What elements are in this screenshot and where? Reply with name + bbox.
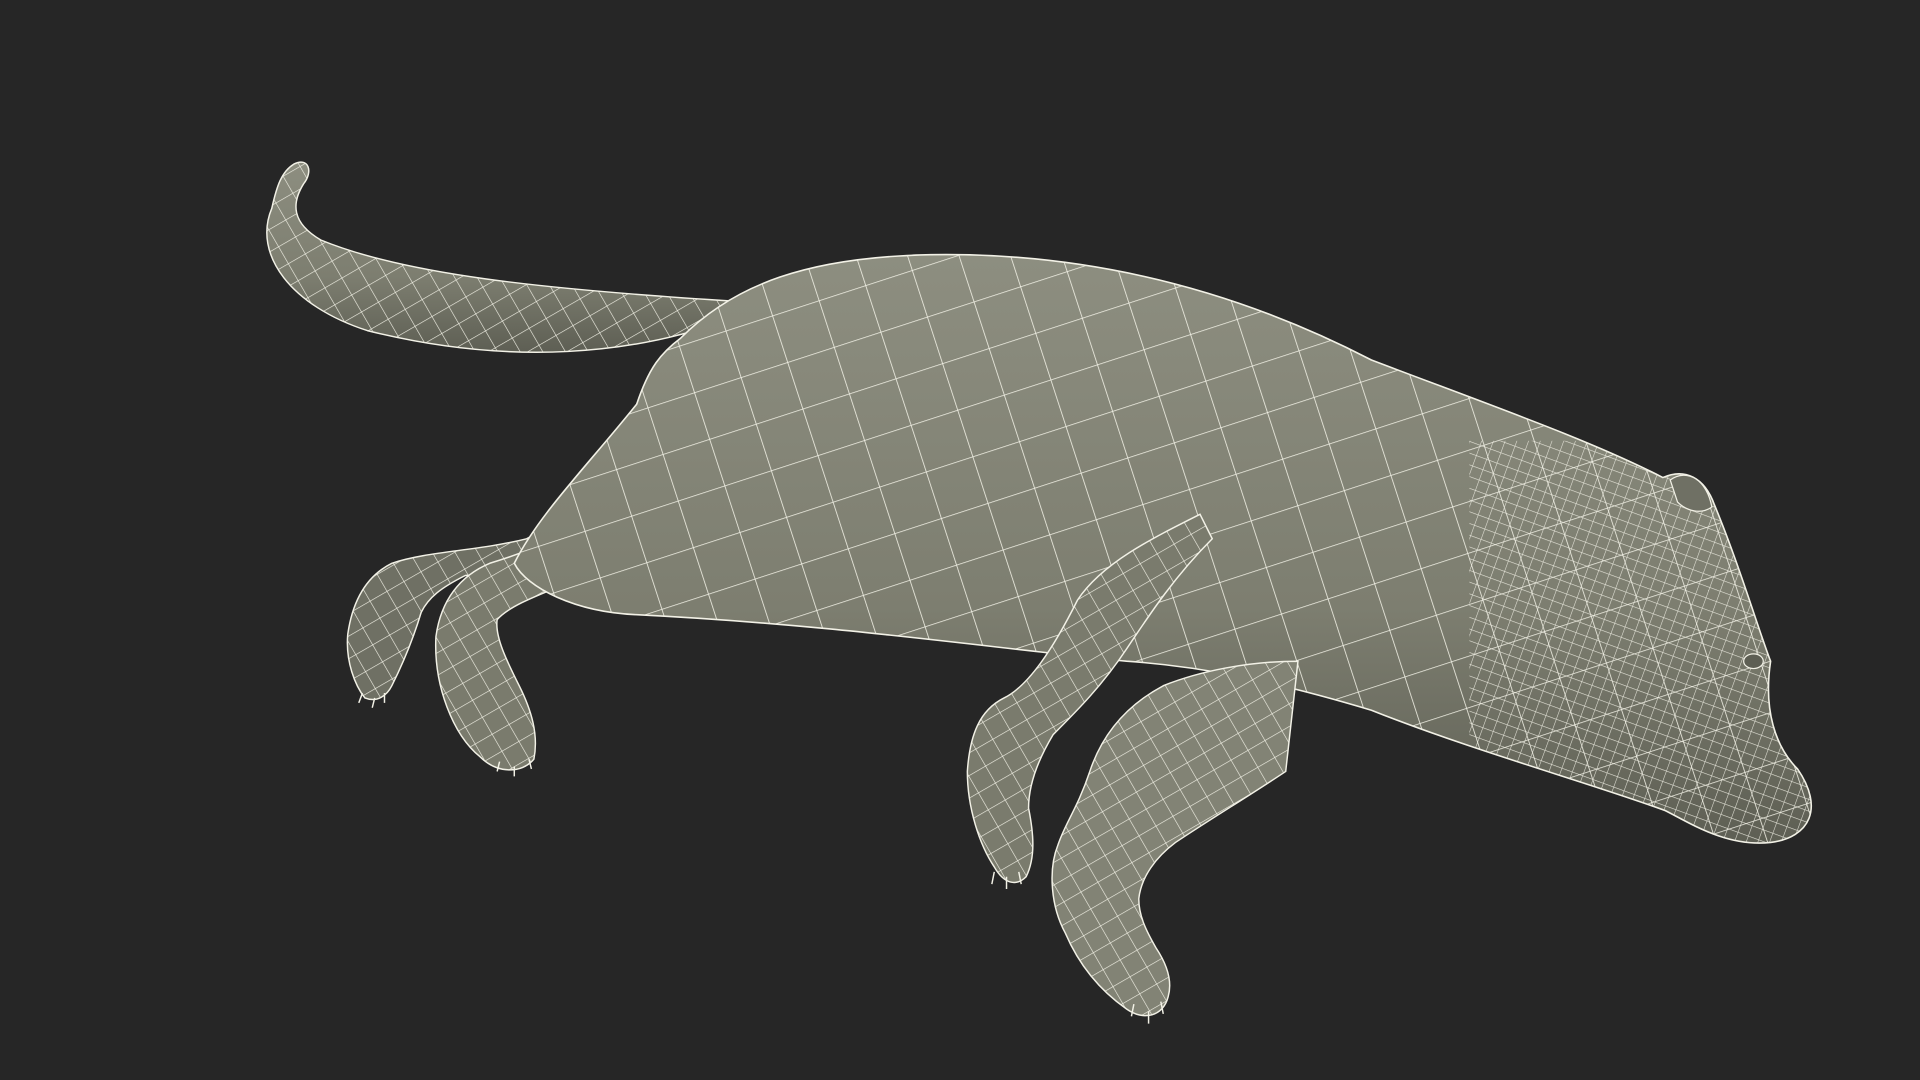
render-viewport[interactable]: [0, 0, 1920, 1080]
wireframe-render: [266, 161, 1813, 1024]
